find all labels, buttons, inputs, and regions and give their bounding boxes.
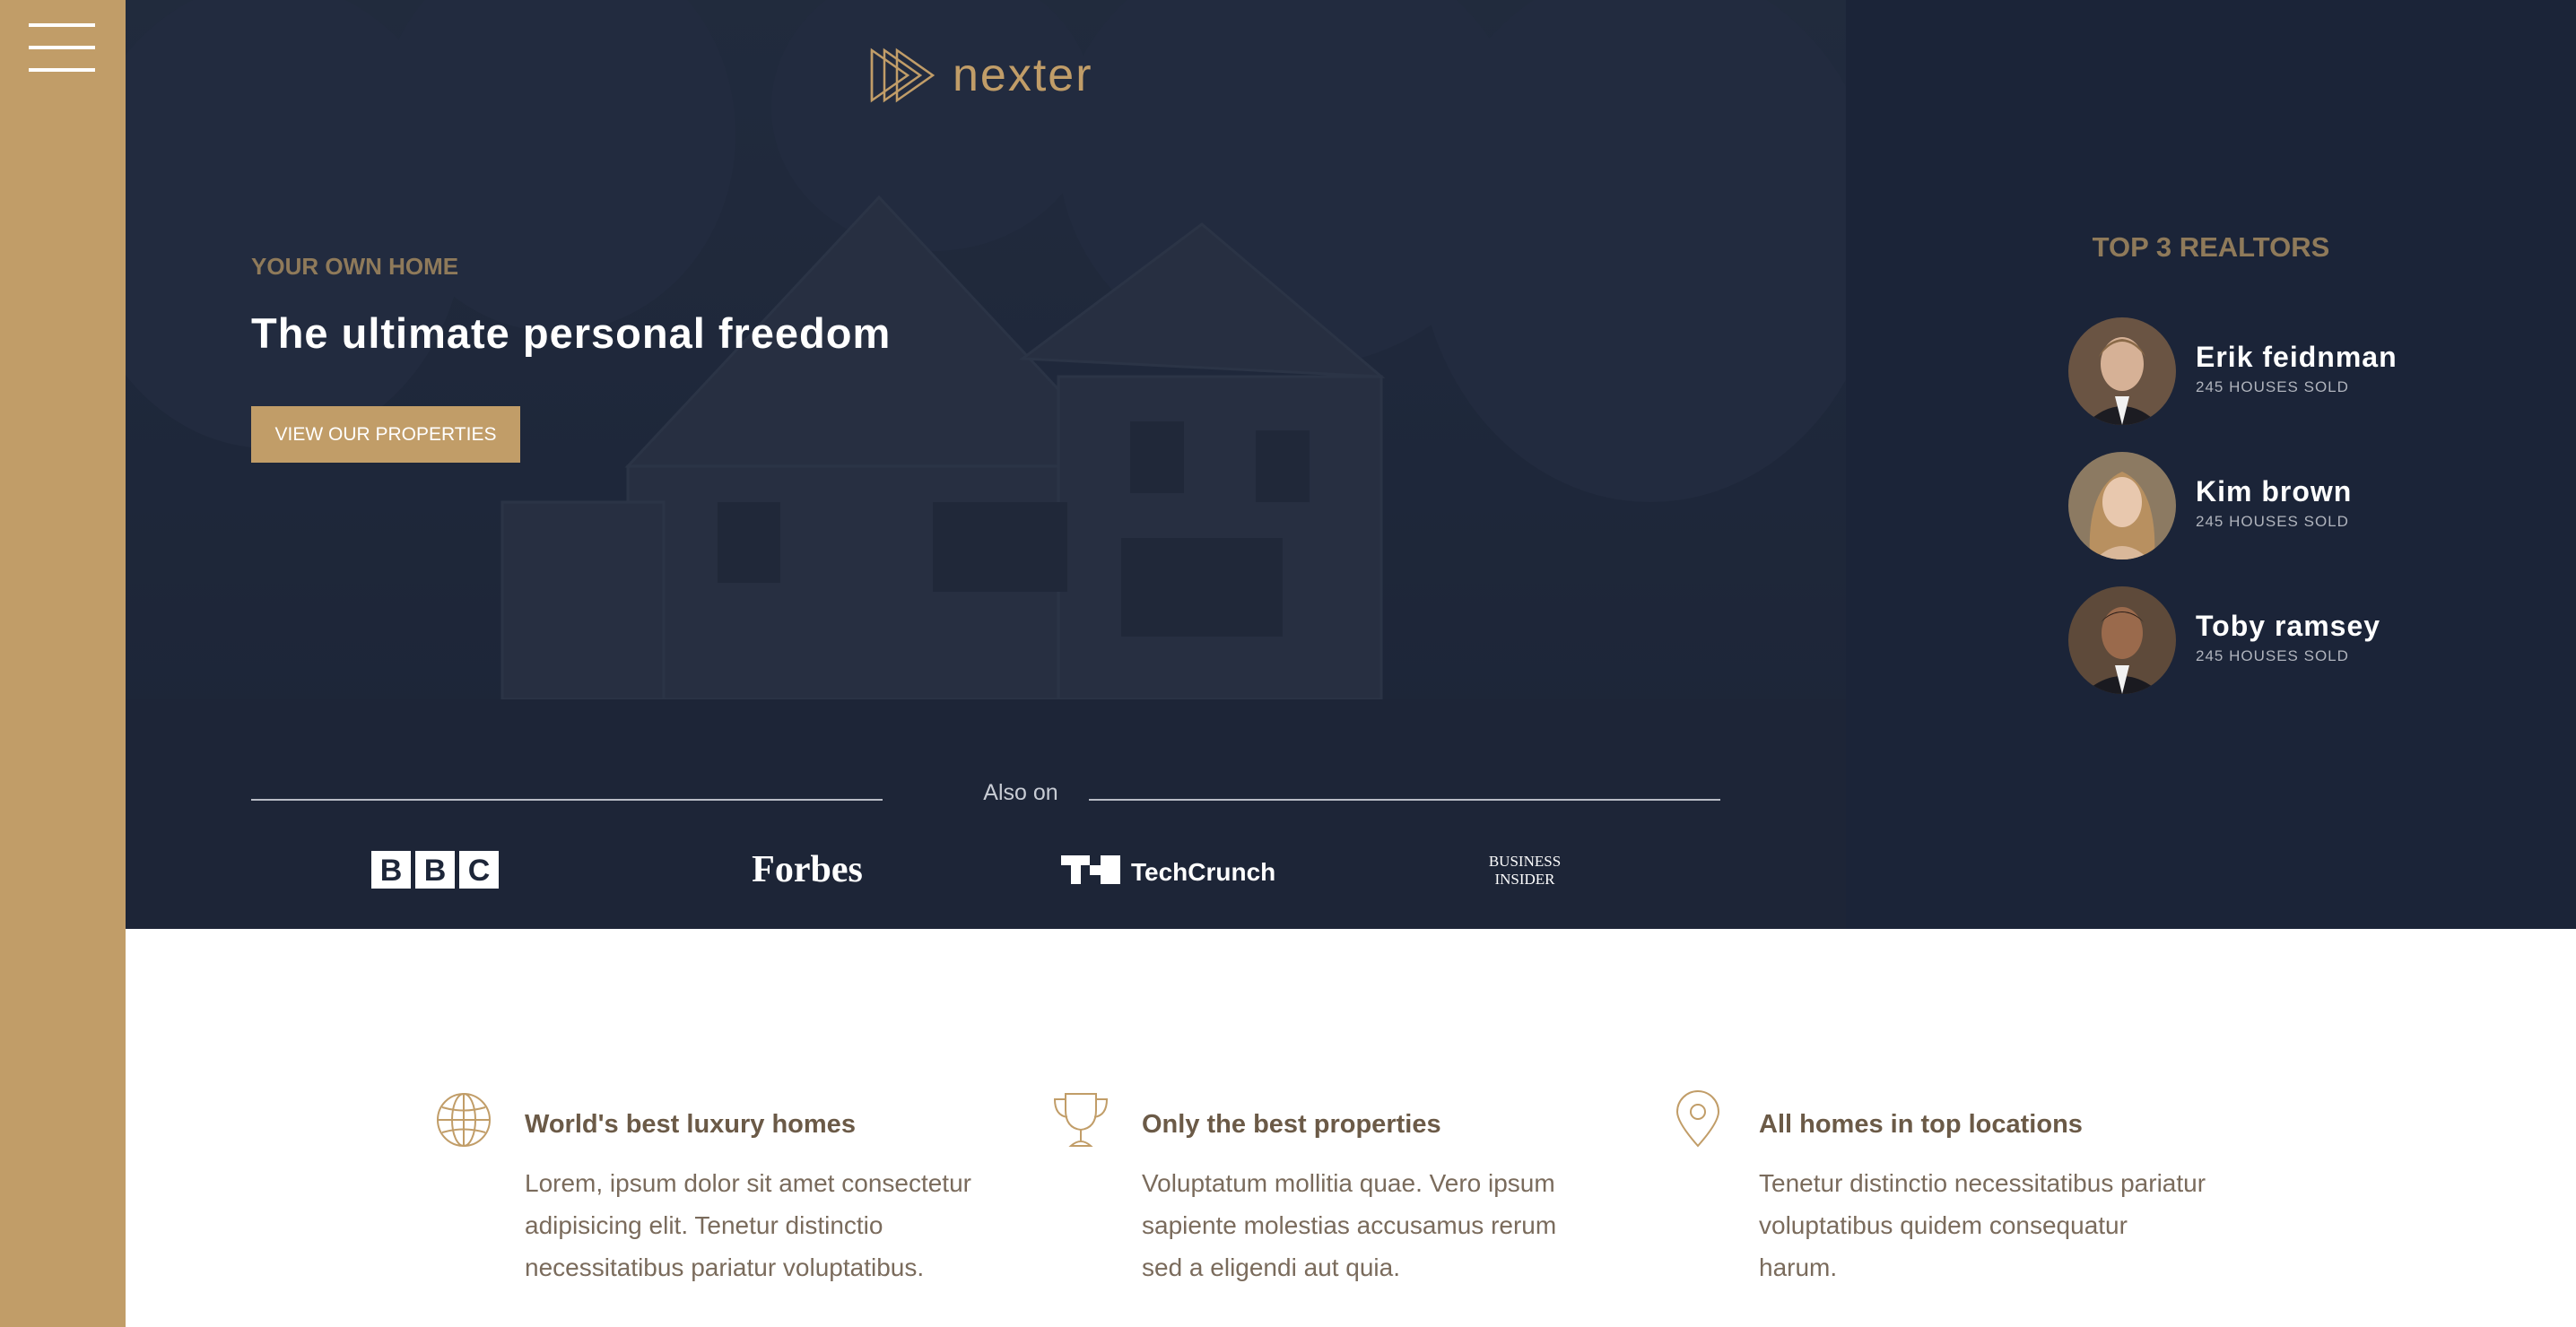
hero-eyebrow: YOUR OWN HOME [251,253,459,280]
realtors-title: TOP 3 REALTORS [2092,231,2330,263]
divider-left [251,799,883,801]
divider-right [1089,799,1720,801]
menu-bar [29,68,95,72]
bbc-logo[interactable]: B B C [368,843,502,897]
business-insider-logo-mark: BUSINESS INSIDER [1489,853,1561,888]
menu-bar [29,23,95,27]
feature-title: All homes in top locations [1759,1110,2083,1139]
forbes-logo-mark: Forbes [752,849,863,890]
techcrunch-logo[interactable]: TechCrunch [1058,843,1283,897]
avatar [2068,452,2176,559]
also-on-label: Also on [983,780,1058,805]
feature-text: Voluptatum mollitia quae. Vero ipsum sap… [1142,1169,1557,1281]
business-insider-logo[interactable]: BUSINESS INSIDER [1471,843,1579,897]
logo-text: nexter [953,49,1093,101]
svg-text:BUSINESS: BUSINESS [1489,853,1561,870]
feature-text: Tenetur distinctio necessitatibus pariat… [1759,1169,2206,1281]
hero-headline: The ultimate personal freedom [251,309,892,357]
svg-text:C: C [468,854,491,888]
map-pin-icon [1675,1090,1720,1148]
nexter-logo[interactable]: nexter [868,47,1093,104]
realtor-houses-sold: 245 HOUSES SOLD [2196,647,2349,664]
avatar [2068,586,2176,694]
trophy-icon [1053,1093,1109,1147]
realtor-name: Kim brown [2196,475,2353,507]
bbc-logo-mark: B B C [371,851,499,889]
avatar [2068,317,2176,425]
realtor-houses-sold: 245 HOUSES SOLD [2196,378,2349,395]
realtor-card[interactable]: Kim brown 245 HOUSES SOLD [2068,452,2535,561]
hero-header: nexter YOUR OWN HOME The ultimate person… [126,0,1846,929]
svg-text:Forbes: Forbes [752,849,863,890]
feature-text: Lorem, ipsum dolor sit amet consectetur … [525,1169,971,1281]
menu-bar [29,46,95,49]
svg-text:TechCrunch: TechCrunch [1131,858,1275,886]
realtor-card[interactable]: Erik feidnman 245 HOUSES SOLD [2068,317,2535,427]
sidebar [0,0,126,1327]
svg-text:INSIDER: INSIDER [1494,871,1555,888]
techcrunch-logo-mark: TechCrunch [1061,855,1275,886]
feature-title: Only the best properties [1142,1110,1441,1139]
view-properties-button[interactable]: VIEW OUR PROPERTIES [251,406,520,463]
svg-text:B: B [424,854,447,888]
hamburger-menu-button[interactable] [29,22,95,75]
realtor-name: Toby ramsey [2196,610,2381,642]
realtor-name: Erik feidnman [2196,341,2398,373]
feature-title: World's best luxury homes [525,1110,856,1139]
globe-icon [437,1093,491,1147]
realtor-houses-sold: 245 HOUSES SOLD [2196,513,2349,530]
play-triangles-icon [870,48,936,103]
features-section: World's best luxury homes Lorem, ipsum d… [126,929,2576,1327]
realtor-card[interactable]: Toby ramsey 245 HOUSES SOLD [2068,586,2535,696]
top-realtors-panel: TOP 3 REALTORS Erik feidnman 245 HOUSES … [1846,0,2576,929]
forbes-logo[interactable]: Forbes [735,843,879,897]
svg-text:B: B [380,854,403,888]
